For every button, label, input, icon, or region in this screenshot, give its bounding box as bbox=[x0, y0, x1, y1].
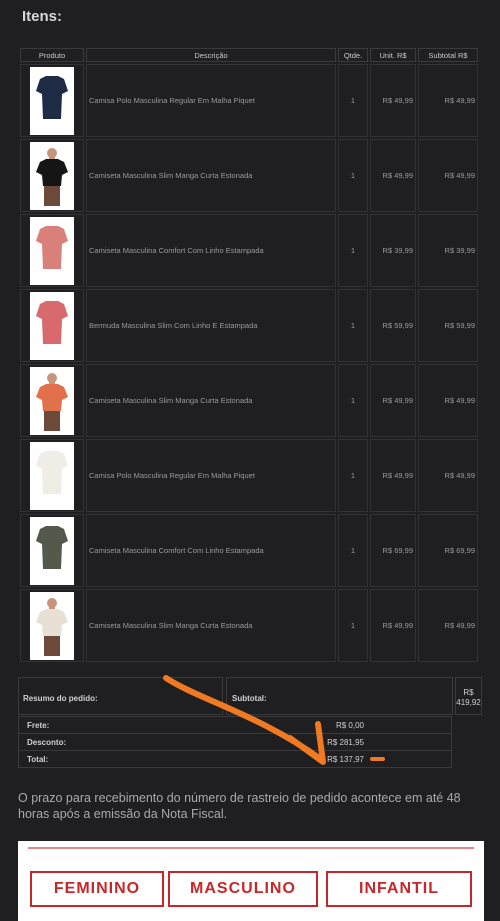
feminino-button[interactable]: FEMININO bbox=[30, 871, 164, 907]
product-image[interactable] bbox=[30, 66, 74, 135]
product-image[interactable] bbox=[30, 366, 74, 435]
product-qty: 1 bbox=[338, 289, 368, 362]
product-image[interactable] bbox=[30, 291, 74, 360]
product-subtotal: R$ 69,99 bbox=[418, 514, 478, 587]
product-description: Camiseta Masculina Comfort Com Linho Est… bbox=[86, 514, 336, 587]
items-table: Produto Descrição Qtde. Unit. R$ Subtota… bbox=[18, 46, 480, 664]
product-description: Camiseta Masculina Slim Manga Curta Esto… bbox=[86, 364, 336, 437]
product-image-cell bbox=[20, 439, 84, 512]
discount-label: Desconto: bbox=[27, 737, 67, 747]
product-qty: 1 bbox=[338, 64, 368, 137]
product-image-cell bbox=[20, 214, 84, 287]
discount-row: Desconto: R$ 281,95 bbox=[19, 734, 451, 751]
table-header-row: Produto Descrição Qtde. Unit. R$ Subtota… bbox=[20, 48, 478, 62]
totals-table: Frete: R$ 0,00 Desconto: R$ 281,95 Total… bbox=[18, 716, 452, 768]
subtotal-amount: 419,92 bbox=[456, 698, 481, 707]
subtotal-label: Subtotal: bbox=[226, 677, 453, 715]
header-product: Produto bbox=[20, 48, 84, 62]
product-image-cell bbox=[20, 364, 84, 437]
product-description: Camiseta Masculina Slim Manga Curta Esto… bbox=[86, 139, 336, 212]
product-description: Bermuda Masculina Slim Com Linho E Estam… bbox=[86, 289, 336, 362]
product-unit-price: R$ 49,99 bbox=[370, 589, 416, 662]
product-description: Camisa Polo Masculina Regular Em Malha P… bbox=[86, 439, 336, 512]
banner-divider bbox=[28, 847, 474, 849]
total-label: Total: bbox=[27, 754, 49, 764]
total-value: R$ 137,97 bbox=[327, 754, 364, 764]
product-qty: 1 bbox=[338, 439, 368, 512]
product-subtotal: R$ 59,99 bbox=[418, 289, 478, 362]
table-row: Camiseta Masculina Slim Manga Curta Esto… bbox=[20, 589, 478, 662]
product-image[interactable] bbox=[30, 516, 74, 585]
product-subtotal: R$ 49,99 bbox=[418, 589, 478, 662]
freight-label: Frete: bbox=[27, 720, 50, 730]
product-subtotal: R$ 39,99 bbox=[418, 214, 478, 287]
freight-value: R$ 0,00 bbox=[335, 720, 364, 730]
product-qty: 1 bbox=[338, 214, 368, 287]
order-summary: Resumo do pedido: Subtotal: R$ 419,92 bbox=[18, 677, 482, 715]
subtotal-currency: R$ bbox=[463, 688, 474, 697]
infantil-button[interactable]: INFANTIL bbox=[326, 871, 472, 907]
product-subtotal: R$ 49,99 bbox=[418, 439, 478, 512]
table-row: Bermuda Masculina Slim Com Linho E Estam… bbox=[20, 289, 478, 362]
product-qty: 1 bbox=[338, 589, 368, 662]
product-qty: 1 bbox=[338, 514, 368, 587]
product-unit-price: R$ 59,99 bbox=[370, 289, 416, 362]
total-row: Total: R$ 137,97 bbox=[19, 751, 451, 767]
product-subtotal: R$ 49,99 bbox=[418, 64, 478, 137]
product-qty: 1 bbox=[338, 139, 368, 212]
category-banner: FEMININO MASCULINO INFANTIL bbox=[18, 841, 484, 921]
table-row: Camisa Polo Masculina Regular Em Malha P… bbox=[20, 64, 478, 137]
product-description: Camiseta Masculina Slim Manga Curta Esto… bbox=[86, 589, 336, 662]
product-image[interactable] bbox=[30, 441, 74, 510]
product-description: Camiseta Masculina Comfort Com Linho Est… bbox=[86, 214, 336, 287]
product-image-cell bbox=[20, 589, 84, 662]
product-unit-price: R$ 49,99 bbox=[370, 439, 416, 512]
product-unit-price: R$ 69,99 bbox=[370, 514, 416, 587]
table-row: Camiseta Masculina Slim Manga Curta Esto… bbox=[20, 139, 478, 212]
table-row: Camisa Polo Masculina Regular Em Malha P… bbox=[20, 439, 478, 512]
product-image-cell bbox=[20, 139, 84, 212]
freight-row: Frete: R$ 0,00 bbox=[19, 717, 451, 734]
product-image[interactable] bbox=[30, 591, 74, 660]
product-image[interactable] bbox=[30, 141, 74, 210]
product-unit-price: R$ 49,99 bbox=[370, 64, 416, 137]
items-title: Itens: bbox=[22, 8, 63, 25]
summary-label: Resumo do pedido: bbox=[18, 677, 223, 715]
product-qty: 1 bbox=[338, 364, 368, 437]
table-row: Camiseta Masculina Slim Manga Curta Esto… bbox=[20, 364, 478, 437]
table-row: Camiseta Masculina Comfort Com Linho Est… bbox=[20, 514, 478, 587]
product-image-cell bbox=[20, 64, 84, 137]
product-image[interactable] bbox=[30, 216, 74, 285]
discount-value: R$ 281,95 bbox=[327, 737, 364, 747]
header-subtotal: Subtotal R$ bbox=[418, 48, 478, 62]
header-description: Descrição bbox=[86, 48, 336, 62]
header-qty: Qtde. bbox=[338, 48, 368, 62]
product-unit-price: R$ 49,99 bbox=[370, 364, 416, 437]
product-description: Camisa Polo Masculina Regular Em Malha P… bbox=[86, 64, 336, 137]
product-subtotal: R$ 49,99 bbox=[418, 139, 478, 212]
product-image-cell bbox=[20, 289, 84, 362]
product-unit-price: R$ 39,99 bbox=[370, 214, 416, 287]
product-subtotal: R$ 49,99 bbox=[418, 364, 478, 437]
header-unit: Unit. R$ bbox=[370, 48, 416, 62]
product-unit-price: R$ 49,99 bbox=[370, 139, 416, 212]
masculino-button[interactable]: MASCULINO bbox=[168, 871, 318, 907]
subtotal-value: R$ 419,92 bbox=[455, 677, 482, 715]
product-image-cell bbox=[20, 514, 84, 587]
table-row: Camiseta Masculina Comfort Com Linho Est… bbox=[20, 214, 478, 287]
tracking-note: O prazo para recebimento do número de ra… bbox=[18, 791, 461, 821]
